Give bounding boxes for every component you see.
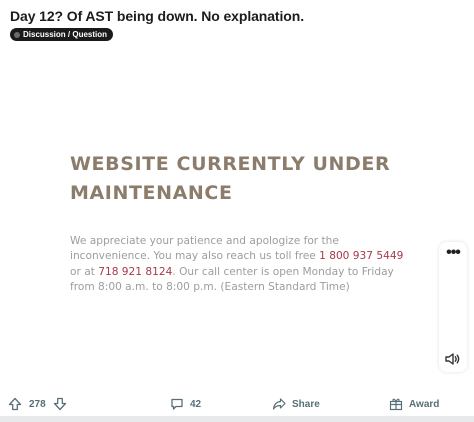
award-button[interactable]: Award: [389, 392, 439, 416]
upvote-icon[interactable]: [8, 397, 22, 411]
horizontal-scrollbar[interactable]: [0, 416, 474, 422]
vote-count: 278: [29, 398, 46, 410]
volume-icon[interactable]: [443, 350, 461, 368]
maintenance-text-2: or at: [70, 265, 99, 278]
comment-icon: [170, 397, 184, 411]
share-label: Share: [292, 398, 320, 410]
post-action-bar: 278 42 Share Award: [0, 392, 474, 416]
award-icon: [389, 397, 403, 411]
award-label: Award: [409, 398, 440, 410]
comments-button[interactable]: 42: [170, 392, 201, 416]
more-options-button[interactable]: •••: [439, 245, 467, 266]
flair-label: Discussion / Question: [23, 30, 108, 39]
media-side-controls: •••: [439, 242, 467, 372]
flair-dot-icon: [14, 31, 20, 38]
share-button[interactable]: Share: [272, 392, 320, 416]
downvote-icon[interactable]: [53, 397, 67, 411]
maintenance-heading: WEBSITE CURRENTLY UNDER MAINTENANCE: [70, 153, 391, 204]
comment-count: 42: [190, 398, 202, 410]
maintenance-text-1: We appreciate your patience and apologiz…: [70, 235, 339, 263]
local-phone-link[interactable]: 718 921 8124: [98, 266, 172, 278]
share-icon: [272, 397, 286, 411]
maintenance-message: We appreciate your patience and apologiz…: [70, 234, 415, 295]
post-title[interactable]: Day 12? Of AST being down. No explanatio…: [10, 8, 304, 24]
toll-free-phone-link[interactable]: 1 800 937 5449: [319, 250, 403, 262]
vote-group: 278: [8, 392, 67, 416]
post-flair[interactable]: Discussion / Question: [10, 28, 114, 41]
